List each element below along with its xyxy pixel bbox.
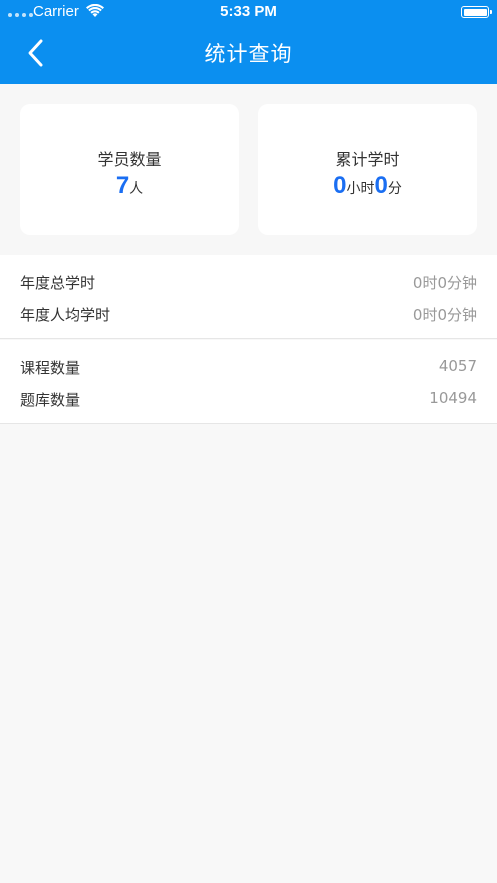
battery-icon: [461, 6, 492, 18]
count-stats-section: 课程数量 4057 题库数量 10494: [0, 340, 497, 424]
total-minutes-unit: 分: [387, 181, 402, 197]
status-bar: Carrier 5:33 PM: [0, 0, 497, 24]
total-minutes-number: 0: [374, 172, 388, 199]
status-time: 5:33 PM: [220, 3, 277, 20]
stat-row-question-bank-count: 题库数量 10494: [0, 382, 497, 414]
total-hours-label: 累计学时: [335, 150, 400, 169]
stat-label: 年度人均学时: [20, 306, 111, 324]
stat-label: 题库数量: [20, 391, 81, 409]
stat-value: 0时0分钟: [412, 274, 477, 292]
student-count-unit: 人: [129, 181, 144, 197]
student-count-label: 学员数量: [97, 150, 162, 169]
stat-value: 10494: [429, 389, 477, 407]
stat-row-course-count: 课程数量 4057: [0, 350, 497, 382]
stat-value: 0时0分钟: [412, 306, 477, 324]
stat-value: 4057: [438, 357, 477, 375]
annual-stats-section: 年度总学时 0时0分钟 年度人均学时 0时0分钟: [0, 255, 497, 339]
app-header: Carrier 5:33 PM 统计查询: [0, 0, 497, 84]
stat-label: 课程数量: [20, 359, 81, 377]
stat-label: 年度总学时: [20, 274, 96, 292]
stat-row-annual-total: 年度总学时 0时0分钟: [0, 265, 497, 297]
total-hours-card: 累计学时 0小时0分: [258, 104, 477, 235]
total-hours-number: 0: [333, 172, 347, 199]
total-hours-value: 0小时0分: [258, 172, 477, 200]
page-title: 统计查询: [204, 42, 293, 66]
stat-row-annual-average: 年度人均学时 0时0分钟: [0, 297, 497, 329]
student-count-card: 学员数量 7人: [20, 104, 239, 235]
student-count-number: 7: [115, 172, 130, 199]
total-hours-unit: 小时: [346, 181, 375, 197]
summary-cards: 学员数量 7人 累计学时 0小时0分: [0, 84, 497, 255]
student-count-value: 7人: [20, 172, 239, 200]
